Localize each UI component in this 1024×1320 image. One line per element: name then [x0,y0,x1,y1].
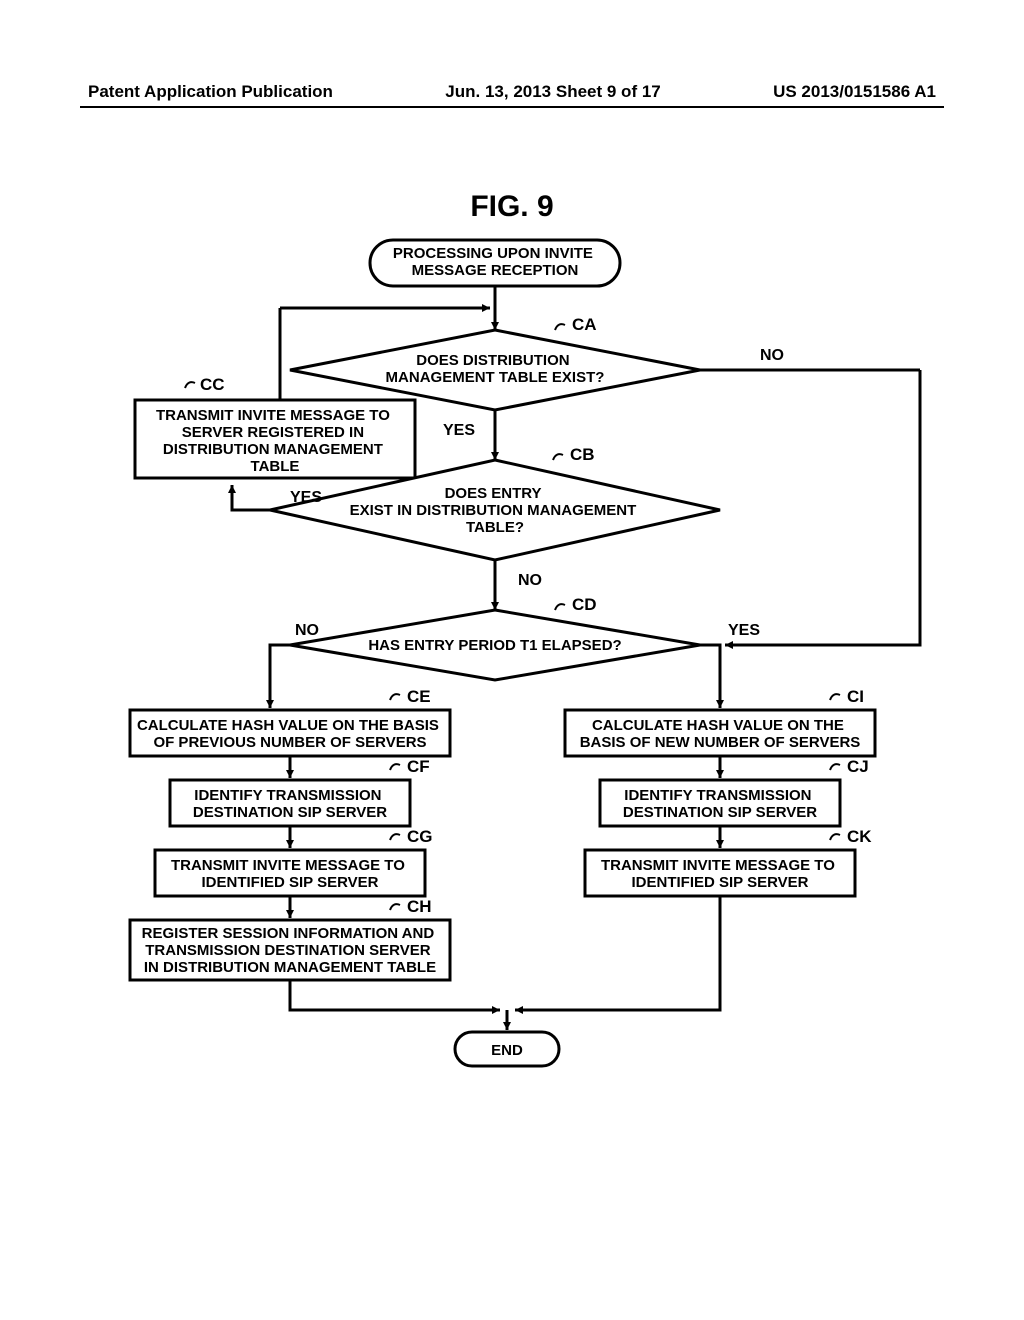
process-cf: IDENTIFY TRANSMISSION DESTINATION SIP SE… [170,780,410,826]
process-ck: TRANSMIT INVITE MESSAGE TO IDENTIFIED SI… [585,850,855,896]
end-node: END [455,1032,559,1066]
ca-yes-label: YES [443,422,475,439]
header-rule [80,106,944,108]
ref-cc: CC [200,375,225,394]
ref-cd: CD [572,595,597,614]
svg-text:IDENTIFY TRANSMISSION: IDENTIFY TRANSMISSION DESTINATION SIP SE… [623,787,817,821]
process-ce: CALCULATE HASH VALUE ON THE BASIS OF PRE… [130,710,450,756]
ref-cb: CB [570,445,595,464]
header-right: US 2013/0151586 A1 [773,82,936,102]
ref-cg: CG [407,827,433,846]
svg-text:CALCULATE HASH VALUE ON THE BA: CALCULATE HASH VALUE ON THE BASIS OF PRE… [137,717,443,751]
ref-ck: CK [847,827,872,846]
ref-ca: CA [572,315,597,334]
process-cg: TRANSMIT INVITE MESSAGE TO IDENTIFIED SI… [155,850,425,896]
svg-text:TRANSMIT INVITE MESSAGE TO: TRANSMIT INVITE MESSAGE TO IDENTIFIED SI… [601,857,839,891]
end-label: END [491,1042,523,1059]
decision-cd: HAS ENTRY PERIOD T1 ELAPSED? [290,610,700,680]
process-cj: IDENTIFY TRANSMISSION DESTINATION SIP SE… [600,780,840,826]
process-ci: CALCULATE HASH VALUE ON THE BASIS OF NEW… [565,710,875,756]
process-cc: TRANSMIT INVITE MESSAGE TO SERVER REGIST… [135,400,415,478]
cb-no-label: NO [518,572,542,589]
svg-text:TRANSMIT INVITE MESSAGE TO: TRANSMIT INVITE MESSAGE TO IDENTIFIED SI… [171,857,409,891]
cd-no-label: NO [295,622,319,639]
ca-no-label: NO [760,347,784,364]
svg-text:PROCESSING UPON INVITE: PROCESSING UPON INVITE MESSAGE RECEPTION [393,245,597,279]
start-line1: PROCESSING UPON INVITE [393,245,593,262]
decision-ca: DOES DISTRIBUTION MANAGEMENT TABLE EXIST… [290,330,700,410]
cb-yes-label: YES [290,489,322,506]
start-line2: MESSAGE RECEPTION [412,262,579,279]
page-header: Patent Application Publication Jun. 13, … [0,82,1024,102]
header-center: Jun. 13, 2013 Sheet 9 of 17 [445,82,660,102]
ref-ce: CE [407,687,431,706]
process-ch: REGISTER SESSION INFORMATION AND TRANSMI… [130,920,450,980]
svg-text:DOES DISTRIBUTION MANA: DOES DISTRIBUTION MANAGEMENT TABLE EXIST… [386,352,605,386]
ref-cf: CF [407,757,430,776]
flowchart: PROCESSING UPON INVITE MESSAGE RECEPTION… [0,230,1024,1310]
svg-text:IDENTIFY TRANSMISSION: IDENTIFY TRANSMISSION DESTINATION SIP SE… [193,787,387,821]
ref-ci: CI [847,687,864,706]
svg-text:REGISTER SESSION INFORMATION A: REGISTER SESSION INFORMATION AND TRANSMI… [142,925,439,976]
header-left: Patent Application Publication [88,82,333,102]
figure-title: FIG. 9 [0,190,1024,224]
start-node: PROCESSING UPON INVITE MESSAGE RECEPTION [370,240,620,286]
page: Patent Application Publication Jun. 13, … [0,0,1024,1320]
ref-ch: CH [407,897,432,916]
ref-cj: CJ [847,757,869,776]
svg-text:HAS ENTRY PERIOD T1 ELAPSED?: HAS ENTRY PERIOD T1 ELAPSED? [368,637,621,654]
svg-text:CALCULATE HASH VALUE ON THE: CALCULATE HASH VALUE ON THE BASIS OF NEW… [580,717,861,751]
cd-yes-label: YES [728,622,760,639]
